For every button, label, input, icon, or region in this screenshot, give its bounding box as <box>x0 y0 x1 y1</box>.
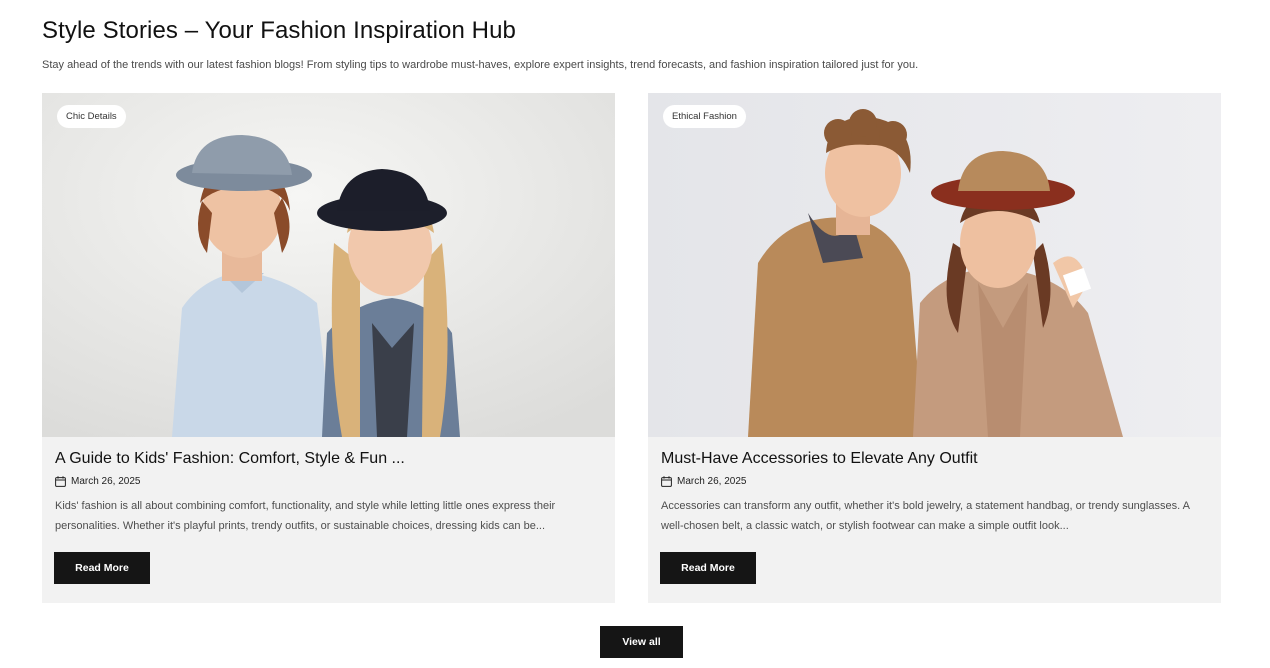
blog-card: Ethical Fashion Must-Have Accessories to… <box>648 93 1221 603</box>
category-badge[interactable]: Chic Details <box>57 105 126 128</box>
blog-card-title[interactable]: A Guide to Kids' Fashion: Comfort, Style… <box>55 450 405 468</box>
section-subtitle: Stay ahead of the trends with our latest… <box>42 59 919 71</box>
post-date: March 26, 2025 <box>661 476 747 487</box>
blog-card: Chic Details A Guide to Kids' Fashion: C… <box>42 93 615 603</box>
post-date-text: March 26, 2025 <box>71 476 141 487</box>
read-more-button[interactable]: Read More <box>54 552 150 584</box>
category-badge[interactable]: Ethical Fashion <box>663 105 746 128</box>
blog-section: Style Stories – Your Fashion Inspiration… <box>0 0 1270 668</box>
calendar-icon <box>55 476 66 487</box>
photo-couple-in-camel-coats-icon <box>648 93 1221 437</box>
calendar-icon <box>661 476 672 487</box>
post-date-text: March 26, 2025 <box>677 476 747 487</box>
section-title: Style Stories – Your Fashion Inspiration… <box>42 17 517 44</box>
view-all-button[interactable]: View all <box>600 626 683 658</box>
post-date: March 26, 2025 <box>55 476 141 487</box>
read-more-button[interactable]: Read More <box>660 552 756 584</box>
blog-card-excerpt: Accessories can transform any outfit, wh… <box>661 500 1190 532</box>
blog-card-title[interactable]: Must-Have Accessories to Elevate Any Out… <box>661 450 978 468</box>
photo-two-kids-in-hats-icon <box>42 93 615 437</box>
blog-card-image[interactable]: Chic Details <box>42 93 615 437</box>
blog-card-image[interactable]: Ethical Fashion <box>648 93 1221 437</box>
blog-card-excerpt: Kids' fashion is all about combining com… <box>55 500 556 532</box>
